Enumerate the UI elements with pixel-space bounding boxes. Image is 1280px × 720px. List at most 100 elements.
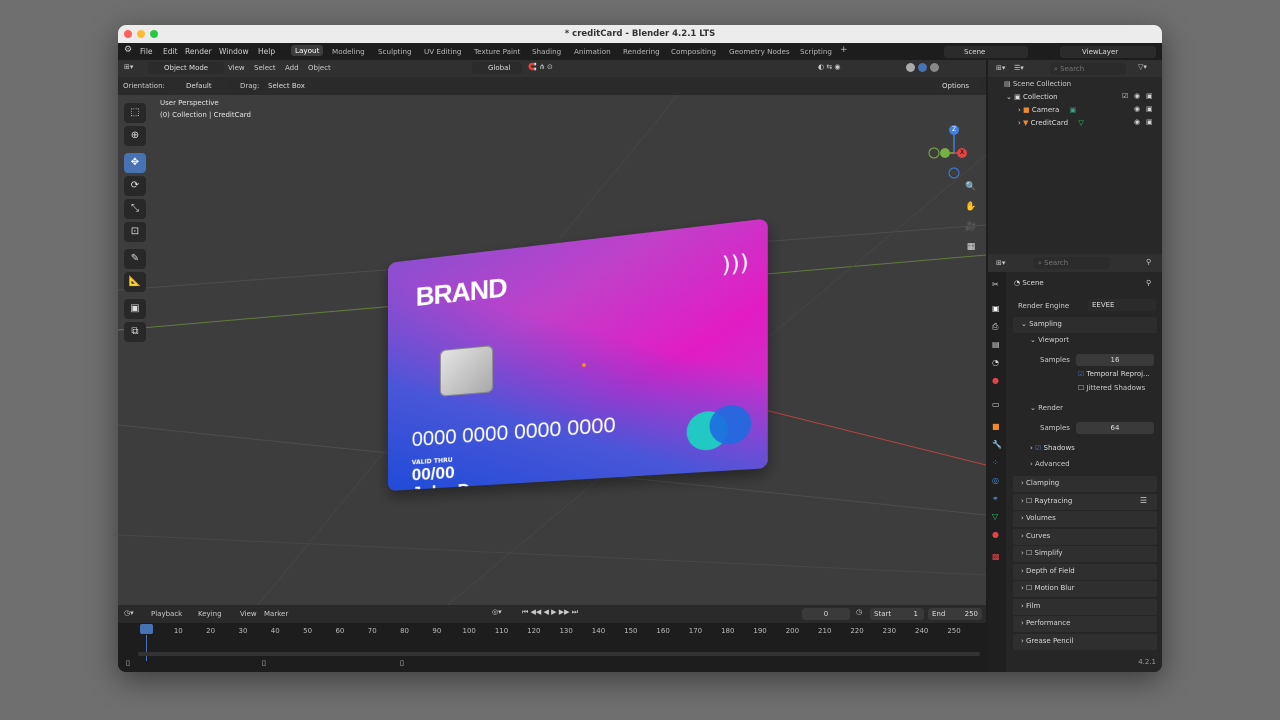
transform-orientation-selector[interactable]: Global — [472, 62, 522, 74]
world-tab-icon[interactable]: ● — [992, 376, 999, 385]
tab-uv-editing[interactable]: UV Editing — [424, 47, 462, 56]
orientation-selector[interactable]: Default — [168, 80, 230, 92]
view-layer-tab-icon[interactable]: ▤ — [992, 340, 1000, 349]
shading-rendered-icon[interactable] — [930, 63, 939, 72]
extrude-tool[interactable]: ⧉ — [124, 322, 146, 342]
render-camera-icon[interactable]: ▣ — [1146, 92, 1153, 100]
close-window-button[interactable] — [124, 30, 132, 38]
viewport-samples-field[interactable]: 16 — [1076, 354, 1154, 366]
transform-tool[interactable]: ⊡ — [124, 222, 146, 242]
menu-add[interactable]: Add — [285, 64, 299, 72]
exclude-checkbox[interactable]: ☑ — [1122, 92, 1128, 100]
list-icon[interactable]: ☰ — [1140, 496, 1147, 505]
panel-motion-blur[interactable]: › ☐ Motion Blur — [1013, 581, 1157, 597]
display-mode-icon[interactable]: ☰▾ — [1014, 64, 1024, 72]
menu-object[interactable]: Object — [308, 64, 331, 72]
outliner-item-creditcard[interactable]: › ▼ CreditCard ▽ — [1018, 119, 1084, 127]
tab-sculpting[interactable]: Sculpting — [378, 47, 412, 56]
menu-view[interactable]: View — [240, 610, 257, 618]
tab-texture-paint[interactable]: Texture Paint — [474, 47, 520, 56]
3d-viewport[interactable]: User Perspective (0) Collection | Credit… — [118, 95, 986, 605]
annotate-tool[interactable]: ✎ — [124, 249, 146, 269]
clock-icon[interactable]: ◷ — [856, 608, 862, 616]
panel-raytracing[interactable]: › ☐ Raytracing ☰ — [1013, 494, 1157, 510]
filter-icon[interactable]: ▽▾ — [1138, 63, 1147, 71]
material-tab-icon[interactable]: ● — [992, 530, 999, 539]
timeline-scrollbar[interactable] — [138, 652, 980, 656]
data-tab-icon[interactable]: ▽ — [992, 512, 998, 521]
menu-playback[interactable]: Playback — [151, 610, 182, 618]
panel-clamping[interactable]: › Clamping — [1013, 476, 1157, 492]
current-frame-field[interactable]: 0 — [802, 608, 850, 620]
tab-rendering[interactable]: Rendering — [623, 47, 660, 56]
properties-editor-icon[interactable]: ⊞▾ — [996, 259, 1005, 267]
panel-sampling[interactable]: ⌄ Sampling — [1013, 317, 1157, 333]
temporal-reproj-checkbox[interactable]: ☑ Temporal Reproj... — [1078, 370, 1150, 378]
zoom-icon[interactable]: 🔍 — [963, 179, 979, 195]
panel-performance[interactable]: › Performance — [1013, 616, 1157, 632]
editor-type-icon[interactable]: ⊞▾ — [124, 63, 133, 71]
tab-compositing[interactable]: Compositing — [671, 47, 716, 56]
scene-collection-row[interactable]: ▤ Scene Collection — [1004, 80, 1071, 88]
visibility-eye-icon[interactable]: ◉ — [1134, 118, 1140, 126]
outliner-search-input[interactable]: ⌕ Search — [1050, 63, 1126, 75]
texture-tab-icon[interactable]: ▩ — [992, 552, 1000, 561]
camera-view-icon[interactable]: 🎥 — [963, 219, 979, 235]
move-tool[interactable]: ✥ — [124, 153, 146, 173]
tab-shading[interactable]: Shading — [532, 47, 561, 56]
panel-volumes[interactable]: › Volumes — [1013, 511, 1157, 527]
navigation-gizmo[interactable] — [924, 125, 984, 185]
tab-animation[interactable]: Animation — [574, 47, 611, 56]
subpanel-viewport[interactable]: ⌄ Viewport — [1030, 336, 1069, 344]
credit-card-object[interactable]: BRAND ))) 0000 0000 0000 0000 VALID THRU… — [388, 218, 768, 491]
render-camera-icon[interactable]: ▣ — [1146, 105, 1153, 113]
tab-scripting[interactable]: Scripting — [800, 47, 832, 56]
menu-file[interactable]: File — [140, 47, 153, 56]
snap-icon[interactable]: 🧲 ⋔ ⊙ — [528, 63, 553, 71]
panel-curves[interactable]: › Curves — [1013, 529, 1157, 545]
rotate-tool[interactable]: ⟳ — [124, 176, 146, 196]
viewport-gizmo-toggles-icon[interactable]: ◐ ⇆ ◉ — [818, 63, 841, 71]
add-cube-tool[interactable]: ▣ — [124, 299, 146, 319]
options-dropdown[interactable]: Options — [938, 80, 982, 92]
render-engine-selector[interactable]: EEVEE — [1088, 299, 1156, 311]
panel-depth-of-field[interactable]: › Depth of Field — [1013, 564, 1157, 580]
menu-help[interactable]: Help — [258, 47, 275, 56]
drag-selector[interactable]: Select Box — [264, 80, 314, 92]
physics-tab-icon[interactable]: ◎ — [992, 476, 999, 485]
start-frame-field[interactable]: Start 1 — [870, 608, 924, 620]
tool-tab-icon[interactable]: ✂ — [992, 280, 999, 289]
zoom-window-button[interactable] — [150, 30, 158, 38]
record-icon[interactable]: ◎▾ — [492, 608, 502, 616]
particles-tab-icon[interactable]: ⁘ — [992, 458, 999, 467]
cursor-tool[interactable]: ⊕ — [124, 126, 146, 146]
subpanel-shadows[interactable]: › ☑ Shadows — [1030, 444, 1075, 452]
scale-tool[interactable]: ⤡ — [124, 199, 146, 219]
menu-view[interactable]: View — [228, 64, 245, 72]
subpanel-render[interactable]: ⌄ Render — [1030, 404, 1063, 412]
modifier-tab-icon[interactable]: 🔧 — [992, 440, 1002, 449]
collection-tab-icon[interactable]: ▭ — [992, 400, 1000, 409]
tab-layout[interactable]: Layout — [291, 45, 323, 56]
render-samples-field[interactable]: 64 — [1076, 422, 1154, 434]
tab-geometry-nodes[interactable]: Geometry Nodes — [729, 47, 790, 56]
object-tab-icon[interactable]: ■ — [992, 422, 1000, 431]
properties-search-input[interactable]: ⌕ Search — [1034, 257, 1110, 269]
pin-icon[interactable]: ⚲ — [1146, 279, 1151, 287]
menu-edit[interactable]: Edit — [163, 47, 178, 56]
menu-render[interactable]: Render — [185, 47, 212, 56]
panel-grease-pencil[interactable]: › Grease Pencil — [1013, 634, 1157, 650]
scene-tab-icon[interactable]: ◔ — [992, 358, 999, 367]
jittered-shadows-checkbox[interactable]: ☐ Jittered Shadows — [1078, 384, 1145, 392]
menu-window[interactable]: Window — [219, 47, 249, 56]
select-box-tool[interactable]: ⬚ — [124, 103, 146, 123]
minimize-window-button[interactable] — [137, 30, 145, 38]
output-tab-icon[interactable]: ⎙ — [992, 322, 998, 332]
render-camera-icon[interactable]: ▣ — [1146, 118, 1153, 126]
render-tab-icon[interactable]: ▣ — [992, 304, 1000, 313]
visibility-eye-icon[interactable]: ◉ — [1134, 92, 1140, 100]
shading-material-icon[interactable] — [918, 63, 927, 72]
visibility-eye-icon[interactable]: ◉ — [1134, 105, 1140, 113]
perspective-grid-icon[interactable]: ▦ — [963, 239, 979, 255]
end-frame-field[interactable]: End 250 — [928, 608, 982, 620]
